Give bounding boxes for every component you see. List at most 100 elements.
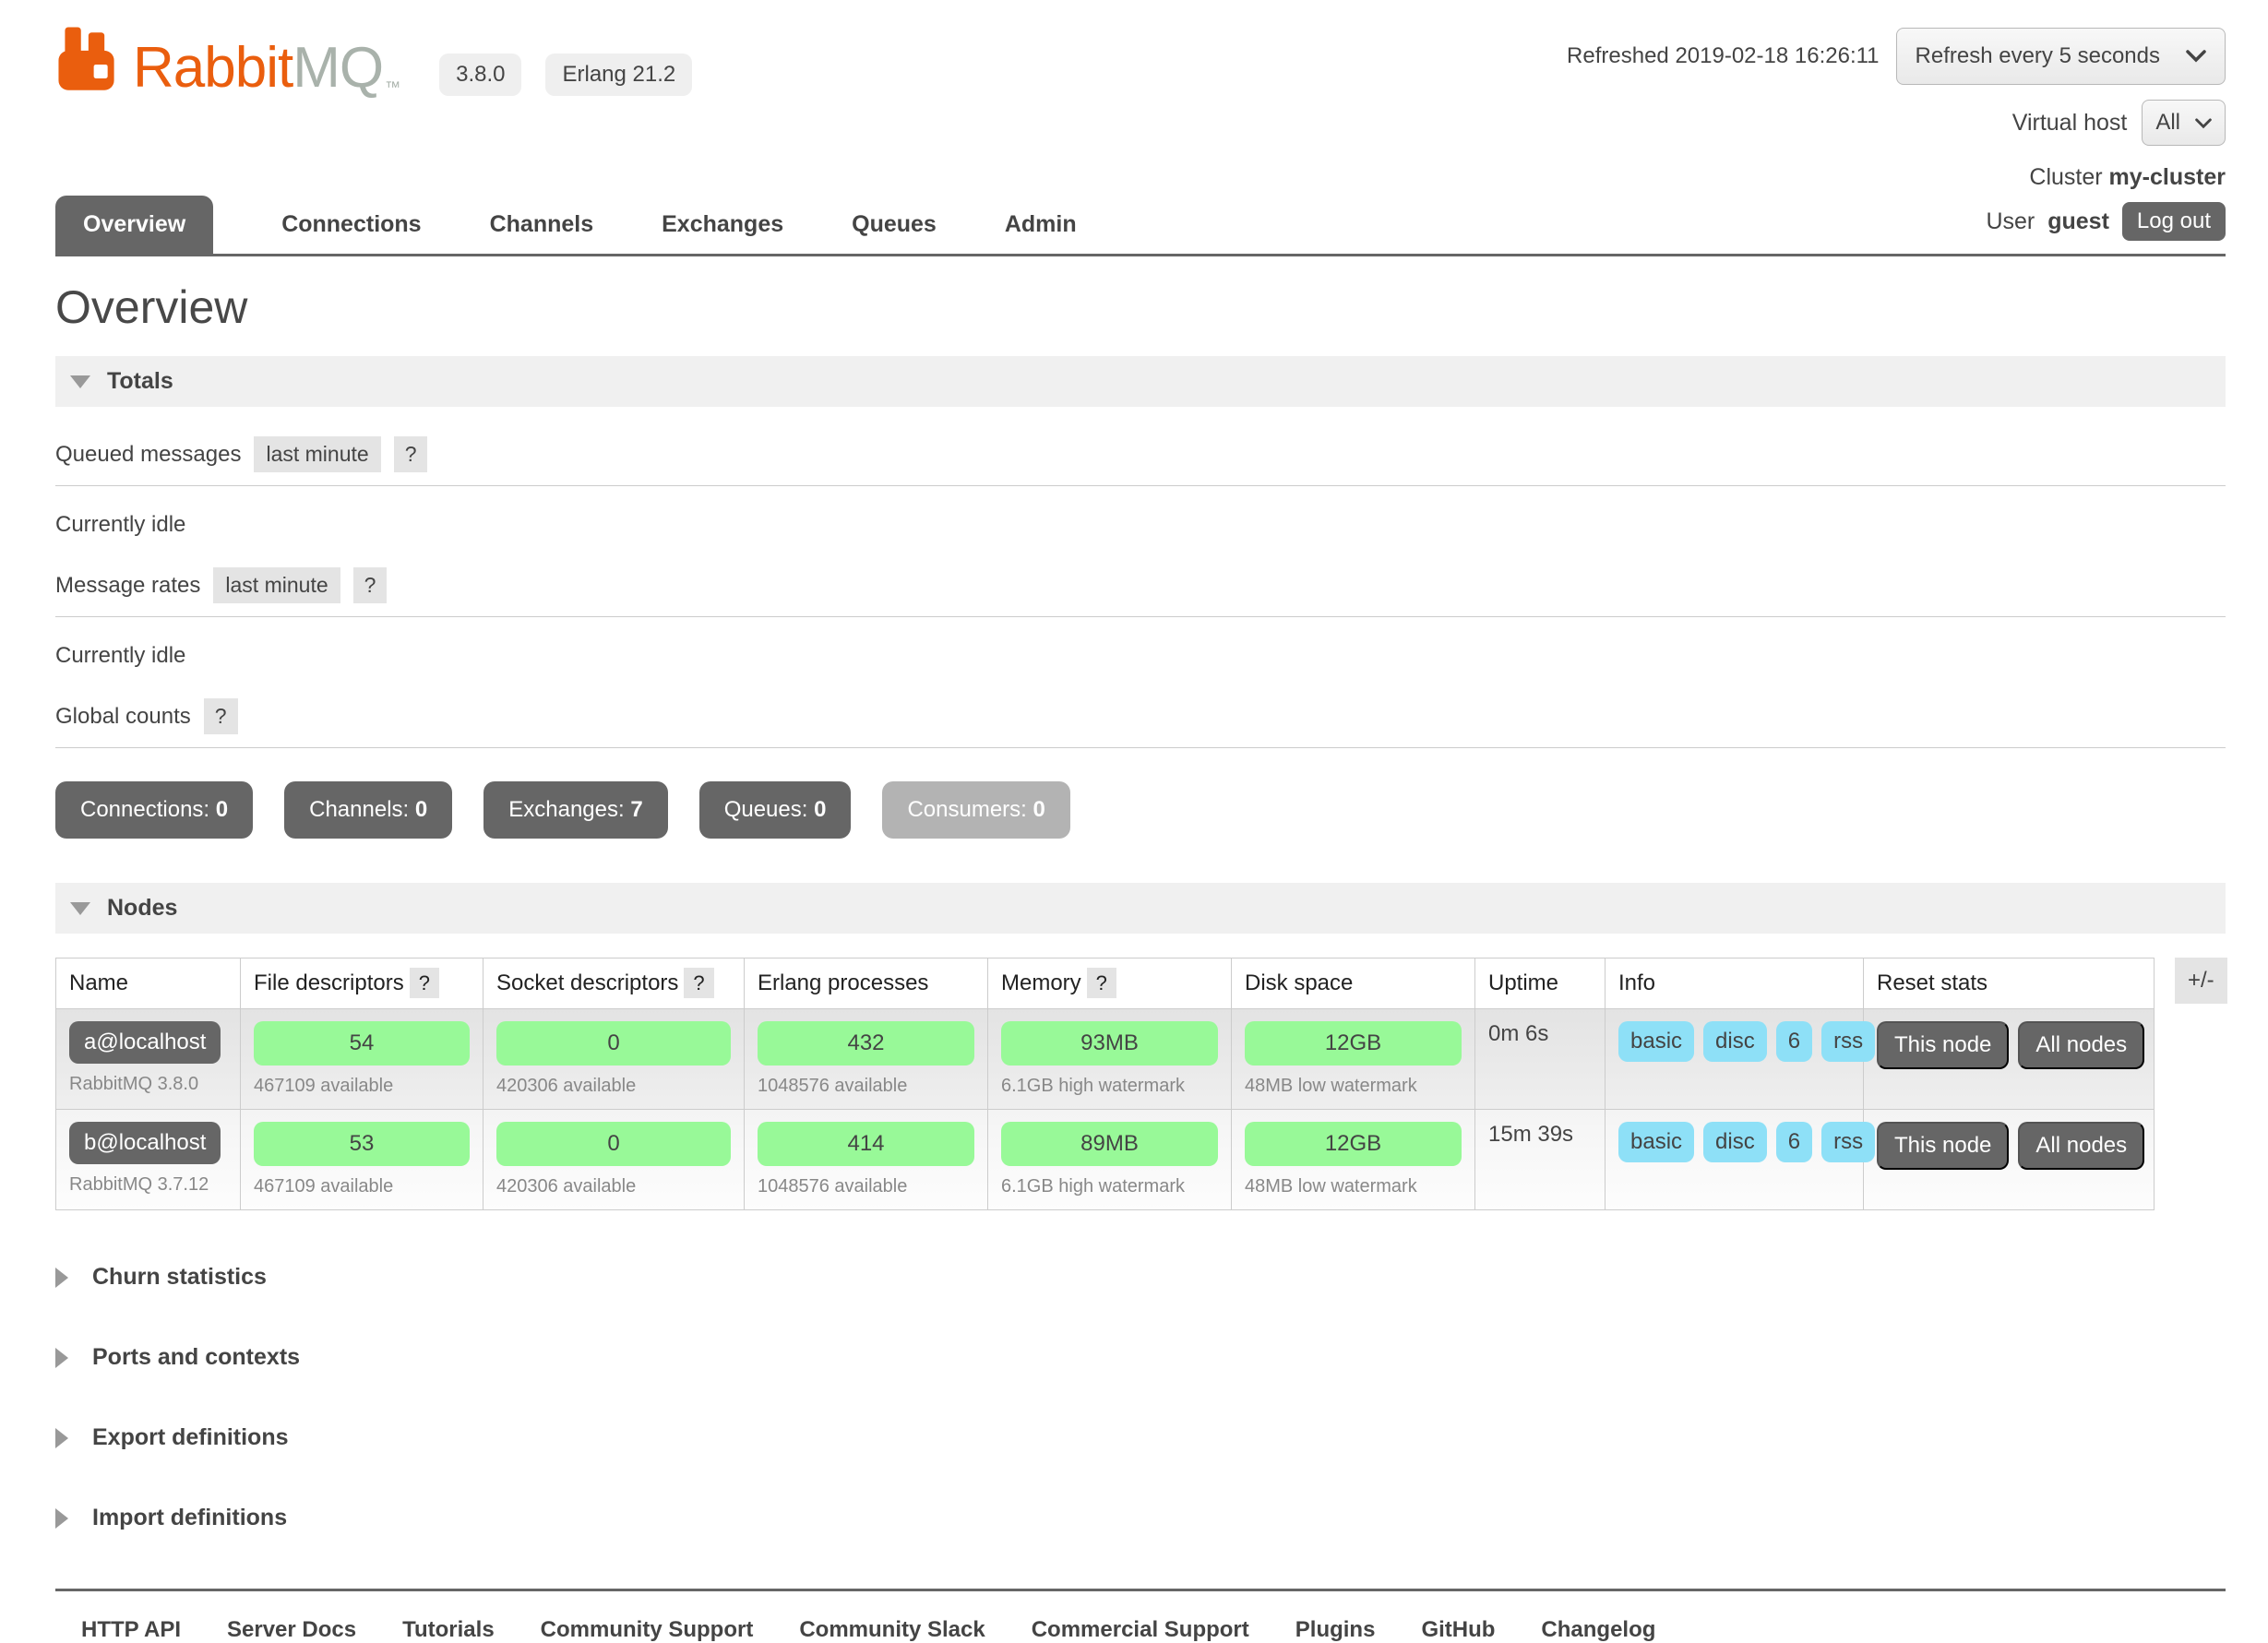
virtual-host-label: Virtual host [2012, 110, 2128, 137]
exchanges-count-button[interactable]: Exchanges: 7 [483, 781, 667, 839]
queues-count-button[interactable]: Queues: 0 [699, 781, 852, 839]
broker-version-badge: 3.8.0 [439, 54, 521, 96]
proc-available: 1048576 available [758, 1076, 974, 1097]
tab-channels[interactable]: Channels [490, 196, 594, 254]
tab-overview[interactable]: Overview [55, 196, 213, 254]
node-version: RabbitMQ 3.8.0 [69, 1074, 227, 1095]
queued-period-badge[interactable]: last minute [254, 436, 380, 472]
memory-help-badge[interactable]: ? [1087, 968, 1116, 998]
col-disk-space: Disk space [1232, 958, 1475, 1009]
chevron-down-icon [2195, 110, 2212, 136]
col-name: Name [56, 958, 241, 1009]
logo-text: RabbitMQ [133, 40, 383, 97]
logo-row: RabbitMQ ™ 3.8.0 Erlang 21.2 [55, 24, 1567, 97]
reset-this-node-button[interactable]: This node [1877, 1021, 2009, 1069]
reset-this-node-button[interactable]: This node [1877, 1122, 2009, 1170]
erlang-version-badge: Erlang 21.2 [545, 54, 692, 96]
global-counts-label: Global counts [55, 704, 191, 730]
reset-all-nodes-button[interactable]: All nodes [2018, 1021, 2144, 1069]
info-badge-basic: basic [1618, 1021, 1694, 1062]
node-name-badge[interactable]: a@localhost [69, 1021, 221, 1064]
churn-statistics-section[interactable]: Churn statistics [55, 1264, 2226, 1291]
page: RabbitMQ ™ 3.8.0 Erlang 21.2 Overview Co… [0, 0, 2268, 1643]
logo-rabbit-text: Rabbit [133, 36, 292, 100]
info-cell: basic disc 6 rss [1606, 1009, 1864, 1110]
consumers-count-button[interactable]: Consumers: 0 [882, 781, 1069, 839]
refresh-interval-select[interactable]: Refresh every 5 seconds [1896, 28, 2226, 85]
global-counts-help-badge[interactable]: ? [204, 698, 238, 734]
reset-all-nodes-button[interactable]: All nodes [2018, 1122, 2144, 1170]
info-badge-rss: rss [1821, 1021, 1875, 1062]
fd-cell: 54 467109 available [241, 1009, 483, 1110]
footer-link-http-api[interactable]: HTTP API [81, 1617, 181, 1643]
footer-link-tutorials[interactable]: Tutorials [402, 1617, 495, 1643]
expand-triangle-icon [55, 1428, 68, 1448]
rates-help-badge[interactable]: ? [353, 567, 388, 603]
queued-idle-text: Currently idle [55, 512, 2226, 538]
memory-watermark: 6.1GB high watermark [1001, 1176, 1218, 1197]
rabbitmq-logo[interactable]: RabbitMQ ™ [55, 24, 400, 97]
collapse-triangle-icon [70, 902, 90, 915]
memory-cell: 93MB 6.1GB high watermark [988, 1009, 1232, 1110]
memory-value-badge: 93MB [1001, 1021, 1218, 1066]
logout-button[interactable]: Log out [2122, 202, 2226, 241]
nodes-section-header[interactable]: Nodes [55, 883, 2226, 934]
tab-connections[interactable]: Connections [281, 196, 421, 254]
virtual-host-select[interactable]: All [2142, 100, 2226, 146]
memory-watermark: 6.1GB high watermark [1001, 1076, 1218, 1097]
col-info: Info [1606, 958, 1864, 1009]
col-socket-descriptors: Socket descriptors? [483, 958, 745, 1009]
refresh-row: Refreshed 2019-02-18 16:26:11 Refresh ev… [1567, 28, 2226, 85]
footer-link-github[interactable]: GitHub [1421, 1617, 1495, 1643]
channels-count-button[interactable]: Channels: 0 [284, 781, 452, 839]
global-counts-badges: Connections: 0 Channels: 0 Exchanges: 7 … [55, 781, 2226, 839]
sd-value-badge: 0 [496, 1021, 731, 1066]
info-badge-disc: disc [1703, 1021, 1767, 1062]
virtual-host-value: All [2155, 110, 2180, 136]
node-name-badge[interactable]: b@localhost [69, 1122, 221, 1164]
version-badges: 3.8.0 Erlang 21.2 [439, 54, 692, 96]
fd-help-badge[interactable]: ? [410, 968, 439, 998]
proc-value-badge: 432 [758, 1021, 974, 1066]
proc-cell: 432 1048576 available [745, 1009, 988, 1110]
rates-idle-text: Currently idle [55, 643, 2226, 669]
totals-section-header[interactable]: Totals [55, 356, 2226, 407]
footer-link-changelog[interactable]: Changelog [1541, 1617, 1655, 1643]
node-name-cell: a@localhost RabbitMQ 3.8.0 [56, 1009, 241, 1110]
uptime-cell: 15m 39s [1475, 1110, 1606, 1210]
refresh-interval-value: Refresh every 5 seconds [1916, 43, 2160, 69]
nodes-header-row: Name File descriptors? Socket descriptor… [56, 958, 2155, 1009]
info-cell: basic disc 6 rss [1606, 1110, 1864, 1210]
fd-value-badge: 54 [254, 1021, 470, 1066]
proc-value-badge: 414 [758, 1122, 974, 1166]
ports-and-contexts-section[interactable]: Ports and contexts [55, 1344, 2226, 1371]
connections-count-button[interactable]: Connections: 0 [55, 781, 253, 839]
sd-cell: 0 420306 available [483, 1009, 745, 1110]
node-row-a: a@localhost RabbitMQ 3.8.0 54 467109 ava… [56, 1009, 2155, 1110]
queued-help-badge[interactable]: ? [394, 436, 428, 472]
import-definitions-section[interactable]: Import definitions [55, 1505, 2226, 1531]
tab-exchanges[interactable]: Exchanges [662, 196, 783, 254]
user-name: guest [2047, 208, 2109, 235]
chevron-down-icon [2186, 43, 2206, 69]
footer-link-plugins[interactable]: Plugins [1295, 1617, 1376, 1643]
node-name-cell: b@localhost RabbitMQ 3.7.12 [56, 1110, 241, 1210]
footer-link-server-docs[interactable]: Server Docs [227, 1617, 356, 1643]
footer-link-commercial-support[interactable]: Commercial Support [1032, 1617, 1249, 1643]
trademark-symbol: ™ [385, 78, 400, 97]
footer-link-community-support[interactable]: Community Support [541, 1617, 754, 1643]
header-right: Refreshed 2019-02-18 16:26:11 Refresh ev… [1567, 0, 2226, 254]
tab-admin[interactable]: Admin [1005, 196, 1077, 254]
queued-messages-label: Queued messages [55, 442, 241, 468]
node-row-b: b@localhost RabbitMQ 3.7.12 53 467109 av… [56, 1110, 2155, 1210]
message-rates-label: Message rates [55, 573, 200, 599]
fd-cell: 53 467109 available [241, 1110, 483, 1210]
rates-period-badge[interactable]: last minute [213, 567, 340, 603]
sd-help-badge[interactable]: ? [684, 968, 713, 998]
tab-queues[interactable]: Queues [852, 196, 937, 254]
footer-link-community-slack[interactable]: Community Slack [799, 1617, 985, 1643]
node-version: RabbitMQ 3.7.12 [69, 1174, 227, 1196]
toggle-columns-button[interactable]: +/- [2175, 958, 2227, 1004]
col-file-descriptors: File descriptors? [241, 958, 483, 1009]
export-definitions-section[interactable]: Export definitions [55, 1424, 2226, 1451]
